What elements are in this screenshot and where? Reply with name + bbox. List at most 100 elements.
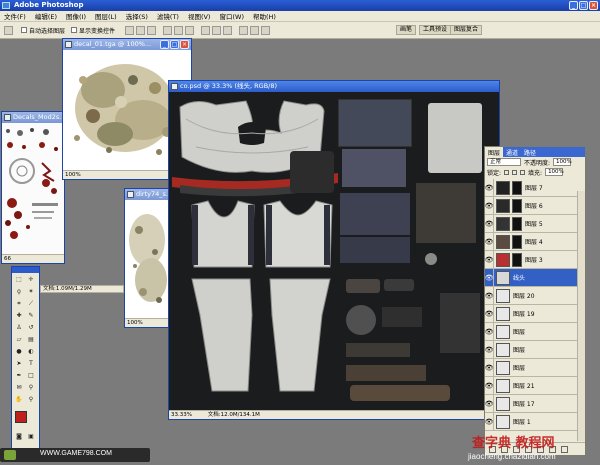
layer-row[interactable]: 👁 图层 20: [485, 287, 578, 305]
decals-window-titlebar[interactable]: Decals_Mod2s...: [2, 112, 64, 123]
main-document-titlebar[interactable]: co.psd @ 33.3% (线头, RGB/8): [169, 81, 499, 92]
dirty74-window[interactable]: dirty74_s... 100%: [124, 188, 172, 328]
eye-icon[interactable]: 👁: [485, 287, 494, 304]
align-top-icon[interactable]: [125, 25, 135, 35]
tab-paths[interactable]: 路径: [521, 147, 539, 157]
hand-tool-icon[interactable]: ✋: [15, 396, 23, 404]
canvas[interactable]: [170, 93, 498, 409]
align-left-icon[interactable]: [163, 25, 173, 35]
main-document-info[interactable]: 文档:12.0M/134.1M: [208, 412, 260, 418]
distribute-right-icon[interactable]: [261, 25, 271, 35]
decal-01-maximize-button[interactable]: □: [170, 40, 179, 49]
layer-row[interactable]: 👁 图层 6: [485, 197, 578, 215]
layer-row[interactable]: 👁 图层 5: [485, 215, 578, 233]
eye-icon[interactable]: 👁: [485, 197, 494, 214]
screen-mode-icon[interactable]: ▣: [27, 433, 35, 441]
layer-row[interactable]: 👁 图层 21: [485, 377, 578, 395]
layers-scrollbar[interactable]: [577, 191, 585, 441]
menu-view[interactable]: 视图(V): [188, 11, 211, 21]
opacity-field[interactable]: 100%: [553, 158, 572, 166]
toolbox-header[interactable]: [12, 267, 39, 273]
menu-edit[interactable]: 编辑(E): [35, 11, 57, 21]
blur-tool-icon[interactable]: ●: [15, 348, 23, 356]
eye-icon[interactable]: 👁: [485, 215, 494, 232]
slice-tool-icon[interactable]: ⟋: [27, 300, 35, 308]
delete-layer-icon[interactable]: [561, 445, 568, 453]
eye-icon[interactable]: 👁: [485, 395, 494, 412]
close-button[interactable]: ×: [589, 1, 598, 10]
menu-image[interactable]: 图像(I): [66, 11, 86, 21]
menu-file[interactable]: 文件(F): [4, 11, 26, 21]
align-middle-icon[interactable]: [136, 25, 146, 35]
distribute-center-icon[interactable]: [250, 25, 260, 35]
distribute-bottom-icon[interactable]: [223, 25, 233, 35]
menu-layer[interactable]: 图层(L): [95, 11, 117, 21]
layer-row[interactable]: 👁 图层 1: [485, 413, 578, 431]
pen-tool-icon[interactable]: ✒: [15, 372, 23, 380]
foreground-color-swatch[interactable]: [15, 411, 27, 423]
align-right-icon[interactable]: [185, 25, 195, 35]
decals-window[interactable]: Decals_Mod2s... 66: [1, 111, 65, 264]
eye-icon[interactable]: 👁: [485, 323, 494, 340]
layer-row[interactable]: 👁 图层: [485, 359, 578, 377]
eye-icon[interactable]: 👁: [485, 269, 494, 286]
eye-icon[interactable]: 👁: [485, 413, 494, 430]
fill-field[interactable]: 100%: [545, 168, 564, 176]
eye-icon[interactable]: 👁: [485, 179, 494, 196]
align-center-icon[interactable]: [174, 25, 184, 35]
eye-icon[interactable]: 👁: [485, 341, 494, 358]
layer-mask-thumbnail[interactable]: [512, 234, 522, 249]
tab-layers[interactable]: 图层: [485, 147, 504, 157]
decal-01-close-button[interactable]: ×: [180, 40, 189, 49]
menu-help[interactable]: 帮助(H): [253, 11, 276, 21]
layer-row[interactable]: 👁 图层 7: [485, 179, 578, 197]
layer-row[interactable]: 👁 图层 4: [485, 233, 578, 251]
layer-mask-thumbnail[interactable]: [512, 252, 522, 267]
gradient-tool-icon[interactable]: ▤: [27, 336, 35, 344]
magic-wand-icon[interactable]: ✶: [27, 288, 35, 296]
align-bottom-icon[interactable]: [147, 25, 157, 35]
notes-tool-icon[interactable]: ✉: [15, 384, 23, 392]
layer-row[interactable]: 👁 图层 3: [485, 251, 578, 269]
tab-brushes[interactable]: 画笔: [396, 25, 417, 35]
zoom-tool-icon[interactable]: ⚲: [27, 396, 35, 404]
menu-window[interactable]: 窗口(W): [219, 11, 244, 21]
minimize-button[interactable]: _: [569, 1, 578, 10]
brush-tool-icon[interactable]: ✎: [27, 312, 35, 320]
eye-icon[interactable]: 👁: [485, 305, 494, 322]
lock-position-icon[interactable]: [520, 169, 526, 175]
show-transform-checkbox[interactable]: [71, 27, 78, 33]
distribute-top-icon[interactable]: [201, 25, 211, 35]
marquee-tool-icon[interactable]: ⬚: [15, 276, 23, 284]
decal-01-minimize-button[interactable]: _: [160, 40, 169, 49]
auto-select-checkbox[interactable]: [21, 27, 27, 33]
layer-row[interactable]: 👁 图层 17: [485, 395, 578, 413]
menu-filter[interactable]: 滤镜(T): [157, 11, 179, 21]
layer-mask-thumbnail[interactable]: [512, 180, 522, 195]
quick-mask-icon[interactable]: ◙: [15, 433, 23, 441]
eye-icon[interactable]: 👁: [485, 251, 494, 268]
move-tool-icon[interactable]: [4, 25, 13, 35]
clone-stamp-icon[interactable]: ♙: [15, 324, 23, 332]
healing-brush-icon[interactable]: ✚: [15, 312, 23, 320]
history-brush-icon[interactable]: ↺: [27, 324, 35, 332]
eye-icon[interactable]: 👁: [485, 233, 494, 250]
maximize-button[interactable]: □: [579, 1, 588, 10]
tab-tool-presets[interactable]: 工具预设: [419, 25, 452, 35]
tab-channels[interactable]: 通道: [503, 147, 521, 157]
layer-row[interactable]: 👁 图层 19: [485, 305, 578, 323]
eyedropper-icon[interactable]: ⚲: [27, 384, 35, 392]
main-document-window[interactable]: co.psd @ 33.3% (线头, RGB/8) 33.33% 文档:12.…: [168, 80, 500, 420]
layer-row[interactable]: 👁 图层: [485, 323, 578, 341]
shape-tool-icon[interactable]: □: [27, 372, 35, 380]
layer-mask-thumbnail[interactable]: [512, 198, 522, 213]
type-tool-icon[interactable]: T: [27, 360, 35, 368]
layer-mask-thumbnail[interactable]: [512, 216, 522, 231]
distribute-middle-icon[interactable]: [212, 25, 222, 35]
dirty74-window-titlebar[interactable]: dirty74_s...: [125, 189, 171, 200]
distribute-left-icon[interactable]: [239, 25, 249, 35]
layer-row[interactable]: 👁 图层: [485, 341, 578, 359]
lock-transparency-icon[interactable]: [504, 169, 510, 175]
decal-01-window-titlebar[interactable]: decal_01.tga @ 100%... _ □ ×: [63, 39, 191, 50]
blend-mode-select[interactable]: 正常: [487, 158, 521, 166]
